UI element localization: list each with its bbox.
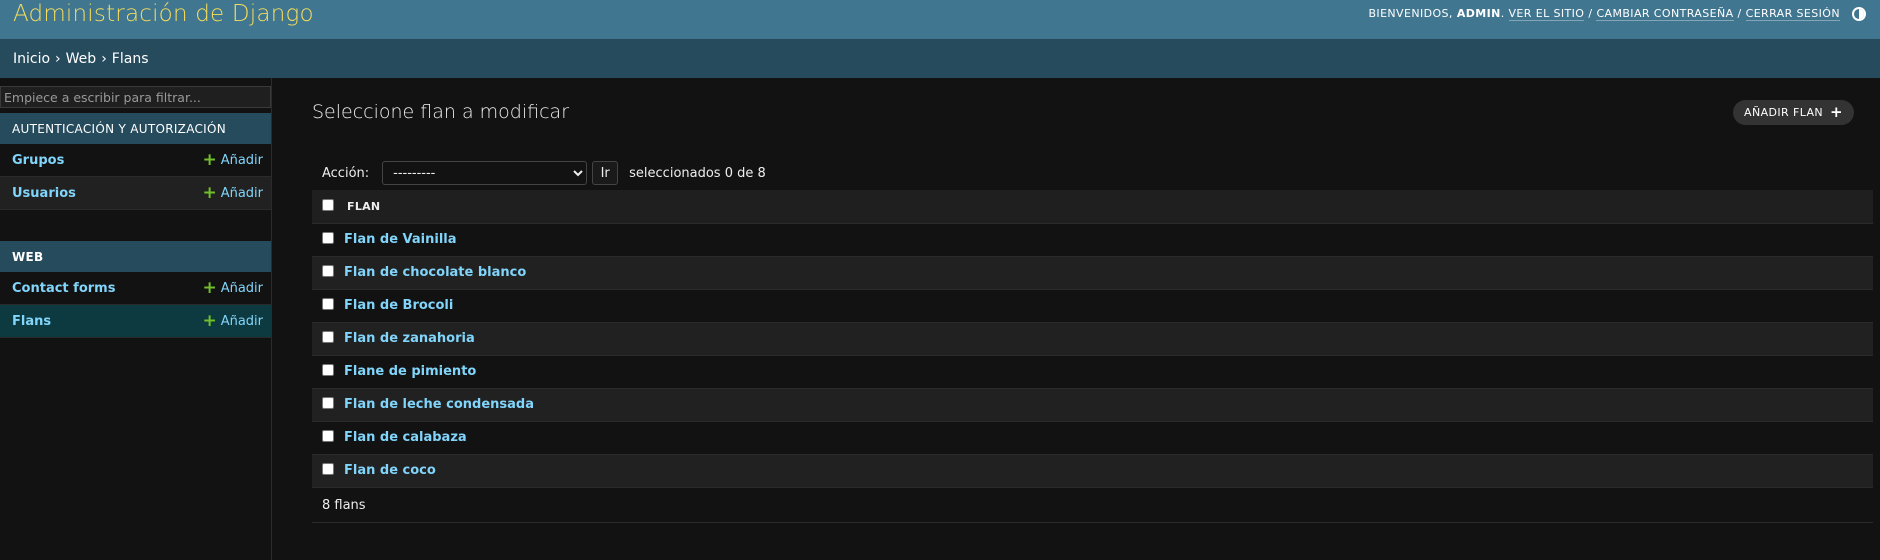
add-flan-label: AÑADIR FLAN (1744, 106, 1824, 119)
module-web: WEB Contact forms + Añadir Flans + Añadir (0, 241, 271, 338)
site-title[interactable]: Administración de Django (13, 1, 314, 27)
row-link[interactable]: Flan de zanahoria (344, 331, 475, 346)
table-header-row: FLAN (312, 190, 1873, 223)
model-link-flans[interactable]: Flans (12, 314, 51, 329)
plus-icon: + (202, 310, 217, 331)
add-label: Añadir (220, 280, 263, 296)
sidebar-item-contact-forms: Contact forms + Añadir (0, 272, 271, 305)
plus-icon: + (1830, 103, 1843, 121)
username: ADMIN (1456, 7, 1501, 20)
row-link[interactable]: Flan de Vainilla (344, 232, 457, 247)
add-usuarios-link[interactable]: + Añadir (202, 182, 263, 203)
add-label: Añadir (220, 313, 263, 329)
breadcrumb-app[interactable]: Web (66, 51, 97, 67)
add-flans-link[interactable]: + Añadir (202, 310, 263, 331)
action-label: Acción: (322, 165, 370, 181)
row-checkbox[interactable] (322, 363, 334, 376)
row-checkbox[interactable] (322, 462, 334, 475)
add-flan-button[interactable]: AÑADIR FLAN + (1733, 100, 1854, 125)
logout-link[interactable]: CERRAR SESIÓN (1745, 7, 1840, 21)
module-auth: AUTENTICACIÓN Y AUTORIZACIÓN Grupos + Aña… (0, 113, 271, 210)
add-grupos-link[interactable]: + Añadir (202, 149, 263, 170)
sidebar-item-grupos: Grupos + Añadir (0, 144, 271, 177)
welcome-text: BIENVENIDOS, (1368, 7, 1453, 20)
table-row: Flane de pimiento (312, 355, 1873, 388)
plus-icon: + (202, 149, 217, 170)
add-contact-forms-link[interactable]: + Añadir (202, 277, 263, 298)
actions-bar: Acción: --------- Ir seleccionados 0 de … (312, 157, 1854, 189)
plus-icon: + (202, 182, 217, 203)
page-title: Seleccione flan a modificar (312, 101, 570, 123)
breadcrumb: Inicio › Web › Flans (0, 39, 1880, 78)
module-caption-auth[interactable]: AUTENTICACIÓN Y AUTORIZACIÓN (0, 113, 271, 144)
table-row: Flan de calabaza (312, 421, 1873, 454)
add-label: Añadir (220, 152, 263, 168)
paginator: 8 flans (312, 488, 1873, 523)
action-select[interactable]: --------- (382, 161, 588, 185)
breadcrumb-separator: › (55, 50, 61, 67)
model-link-usuarios[interactable]: Usuarios (12, 186, 76, 201)
table-row: Flan de leche condensada (312, 388, 1873, 421)
nav-filter-input[interactable] (0, 86, 271, 108)
row-link[interactable]: Flan de Brocoli (344, 298, 453, 313)
theme-toggle-icon[interactable] (1852, 6, 1866, 21)
user-tools: BIENVENIDOS, ADMIN. VER EL SITIO / CAMBI… (1368, 6, 1866, 21)
table-row: Flan de Vainilla (312, 223, 1873, 256)
plus-icon: + (202, 277, 217, 298)
view-site-link[interactable]: VER EL SITIO (1508, 7, 1585, 21)
sidebar-item-usuarios: Usuarios + Añadir (0, 177, 271, 210)
table-row: Flan de zanahoria (312, 322, 1873, 355)
column-header-flan[interactable]: FLAN (344, 190, 1873, 223)
breadcrumb-separator: › (101, 50, 107, 67)
go-button[interactable]: Ir (592, 161, 619, 185)
add-label: Añadir (220, 185, 263, 201)
module-caption-web[interactable]: WEB (0, 241, 271, 272)
table-row: Flan de chocolate blanco (312, 256, 1873, 289)
row-link[interactable]: Flan de coco (344, 463, 436, 478)
nav-sidebar: AUTENTICACIÓN Y AUTORIZACIÓN Grupos +Aña… (0, 78, 272, 560)
row-checkbox[interactable] (322, 396, 334, 409)
selection-counter: seleccionados 0 de 8 (629, 165, 766, 181)
row-checkbox[interactable] (322, 231, 334, 244)
row-link[interactable]: Flane de pimiento (344, 364, 476, 379)
row-link[interactable]: Flan de calabaza (344, 430, 467, 445)
result-count: 8 flans (322, 497, 366, 513)
breadcrumb-home[interactable]: Inicio (13, 51, 50, 67)
select-all-checkbox[interactable] (322, 198, 334, 211)
row-checkbox[interactable] (322, 264, 334, 277)
row-checkbox[interactable] (322, 330, 334, 343)
model-link-grupos[interactable]: Grupos (12, 153, 64, 168)
table-row: Flan de coco (312, 454, 1873, 487)
table-row: Flan de Brocoli (312, 289, 1873, 322)
row-link[interactable]: Flan de chocolate blanco (344, 265, 526, 280)
model-link-contact-forms[interactable]: Contact forms (12, 281, 115, 296)
row-checkbox[interactable] (322, 429, 334, 442)
row-checkbox[interactable] (322, 297, 334, 310)
row-link[interactable]: Flan de leche condensada (344, 397, 534, 412)
main-content: Seleccione flan a modificar AÑADIR FLAN … (312, 78, 1873, 560)
results-table: FLAN Flan de Vainilla Flan de chocolate … (312, 190, 1873, 488)
change-password-link[interactable]: CAMBIAR CONTRASEÑA (1596, 7, 1734, 21)
sidebar-item-flans: Flans + Añadir (0, 305, 271, 338)
site-header: Administración de Django BIENVENIDOS, AD… (0, 0, 1880, 39)
breadcrumb-current: Flans (111, 50, 149, 67)
